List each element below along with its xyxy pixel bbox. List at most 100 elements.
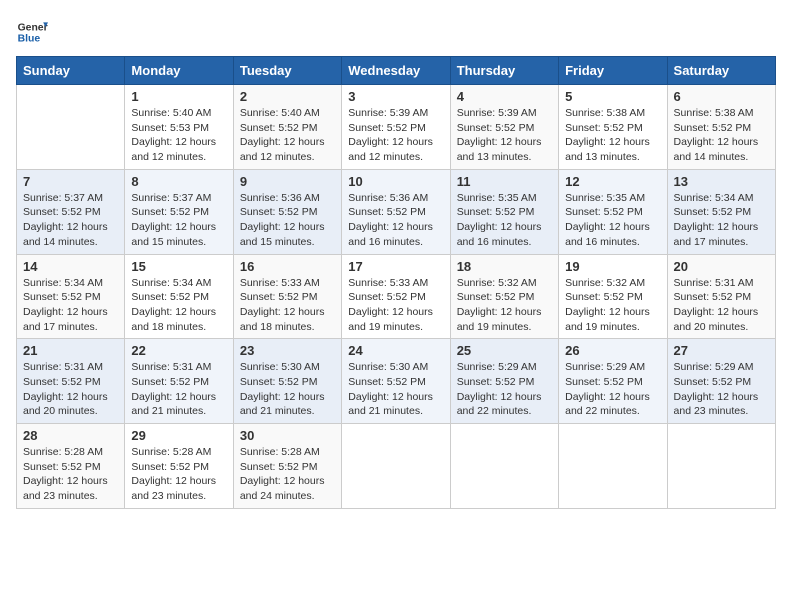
day-number: 30 [240, 428, 335, 443]
calendar-cell: 12 Sunrise: 5:35 AM Sunset: 5:52 PM Dayli… [559, 169, 667, 254]
calendar-cell: 16 Sunrise: 5:33 AM Sunset: 5:52 PM Dayli… [233, 254, 341, 339]
calendar-cell: 18 Sunrise: 5:32 AM Sunset: 5:52 PM Dayli… [450, 254, 558, 339]
calendar-cell: 8 Sunrise: 5:37 AM Sunset: 5:52 PM Daylig… [125, 169, 233, 254]
weekday-header-friday: Friday [559, 57, 667, 85]
day-number: 20 [674, 259, 769, 274]
weekday-header-saturday: Saturday [667, 57, 775, 85]
day-info: Sunrise: 5:38 AM Sunset: 5:52 PM Dayligh… [565, 106, 660, 165]
day-info: Sunrise: 5:34 AM Sunset: 5:52 PM Dayligh… [674, 191, 769, 250]
day-number: 4 [457, 89, 552, 104]
day-number: 26 [565, 343, 660, 358]
calendar-cell: 30 Sunrise: 5:28 AM Sunset: 5:52 PM Dayli… [233, 424, 341, 509]
day-number: 1 [131, 89, 226, 104]
day-number: 10 [348, 174, 443, 189]
calendar-cell [17, 85, 125, 170]
page-header: General Blue [16, 16, 776, 48]
day-number: 15 [131, 259, 226, 274]
day-info: Sunrise: 5:28 AM Sunset: 5:52 PM Dayligh… [240, 445, 335, 504]
calendar-week-row: 14 Sunrise: 5:34 AM Sunset: 5:52 PM Dayli… [17, 254, 776, 339]
calendar-cell: 11 Sunrise: 5:35 AM Sunset: 5:52 PM Dayli… [450, 169, 558, 254]
day-info: Sunrise: 5:38 AM Sunset: 5:52 PM Dayligh… [674, 106, 769, 165]
day-number: 16 [240, 259, 335, 274]
calendar-cell [559, 424, 667, 509]
day-number: 14 [23, 259, 118, 274]
day-info: Sunrise: 5:35 AM Sunset: 5:52 PM Dayligh… [565, 191, 660, 250]
day-number: 9 [240, 174, 335, 189]
weekday-header-tuesday: Tuesday [233, 57, 341, 85]
day-number: 24 [348, 343, 443, 358]
calendar-cell: 23 Sunrise: 5:30 AM Sunset: 5:52 PM Dayli… [233, 339, 341, 424]
day-info: Sunrise: 5:32 AM Sunset: 5:52 PM Dayligh… [565, 276, 660, 335]
day-info: Sunrise: 5:37 AM Sunset: 5:52 PM Dayligh… [131, 191, 226, 250]
day-info: Sunrise: 5:36 AM Sunset: 5:52 PM Dayligh… [348, 191, 443, 250]
calendar-cell: 6 Sunrise: 5:38 AM Sunset: 5:52 PM Daylig… [667, 85, 775, 170]
day-info: Sunrise: 5:29 AM Sunset: 5:52 PM Dayligh… [674, 360, 769, 419]
day-number: 2 [240, 89, 335, 104]
day-info: Sunrise: 5:34 AM Sunset: 5:52 PM Dayligh… [23, 276, 118, 335]
day-info: Sunrise: 5:36 AM Sunset: 5:52 PM Dayligh… [240, 191, 335, 250]
day-number: 6 [674, 89, 769, 104]
day-info: Sunrise: 5:31 AM Sunset: 5:52 PM Dayligh… [23, 360, 118, 419]
calendar-cell: 21 Sunrise: 5:31 AM Sunset: 5:52 PM Dayli… [17, 339, 125, 424]
day-info: Sunrise: 5:40 AM Sunset: 5:52 PM Dayligh… [240, 106, 335, 165]
day-info: Sunrise: 5:31 AM Sunset: 5:52 PM Dayligh… [674, 276, 769, 335]
day-number: 19 [565, 259, 660, 274]
day-number: 25 [457, 343, 552, 358]
weekday-header-thursday: Thursday [450, 57, 558, 85]
day-info: Sunrise: 5:40 AM Sunset: 5:53 PM Dayligh… [131, 106, 226, 165]
day-number: 22 [131, 343, 226, 358]
day-number: 18 [457, 259, 552, 274]
calendar-cell: 17 Sunrise: 5:33 AM Sunset: 5:52 PM Dayli… [342, 254, 450, 339]
svg-text:Blue: Blue [18, 34, 41, 45]
calendar-cell [342, 424, 450, 509]
weekday-header-sunday: Sunday [17, 57, 125, 85]
logo-icon: General Blue [16, 16, 48, 48]
day-number: 21 [23, 343, 118, 358]
day-number: 27 [674, 343, 769, 358]
day-info: Sunrise: 5:37 AM Sunset: 5:52 PM Dayligh… [23, 191, 118, 250]
calendar-week-row: 28Sunrise: 5:28 AM Sunset: 5:52 PM Dayli… [17, 424, 776, 509]
svg-text:General: General [18, 22, 48, 33]
day-info: Sunrise: 5:28 AM Sunset: 5:52 PM Dayligh… [131, 445, 226, 504]
calendar-header-row: SundayMondayTuesdayWednesdayThursdayFrid… [17, 57, 776, 85]
calendar-week-row: 7 Sunrise: 5:37 AM Sunset: 5:52 PM Daylig… [17, 169, 776, 254]
day-info: Sunrise: 5:29 AM Sunset: 5:52 PM Dayligh… [457, 360, 552, 419]
calendar-cell: 19 Sunrise: 5:32 AM Sunset: 5:52 PM Dayli… [559, 254, 667, 339]
day-info: Sunrise: 5:28 AM Sunset: 5:52 PM Dayligh… [23, 445, 118, 504]
day-number: 5 [565, 89, 660, 104]
calendar-cell: 25 Sunrise: 5:29 AM Sunset: 5:52 PM Dayli… [450, 339, 558, 424]
day-number: 8 [131, 174, 226, 189]
calendar-cell: 24 Sunrise: 5:30 AM Sunset: 5:52 PM Dayli… [342, 339, 450, 424]
day-info: Sunrise: 5:29 AM Sunset: 5:52 PM Dayligh… [565, 360, 660, 419]
day-number: 12 [565, 174, 660, 189]
calendar-cell: 7 Sunrise: 5:37 AM Sunset: 5:52 PM Daylig… [17, 169, 125, 254]
calendar-cell [450, 424, 558, 509]
calendar-cell: 22 Sunrise: 5:31 AM Sunset: 5:52 PM Dayli… [125, 339, 233, 424]
calendar-cell: 14 Sunrise: 5:34 AM Sunset: 5:52 PM Dayli… [17, 254, 125, 339]
calendar-cell: 27 Sunrise: 5:29 AM Sunset: 5:52 PM Dayli… [667, 339, 775, 424]
day-info: Sunrise: 5:39 AM Sunset: 5:52 PM Dayligh… [348, 106, 443, 165]
calendar-cell: 3Sunrise: 5:39 AM Sunset: 5:52 PM Daylig… [342, 85, 450, 170]
calendar-cell: 20 Sunrise: 5:31 AM Sunset: 5:52 PM Dayli… [667, 254, 775, 339]
calendar-cell: 5 Sunrise: 5:38 AM Sunset: 5:52 PM Daylig… [559, 85, 667, 170]
day-info: Sunrise: 5:31 AM Sunset: 5:52 PM Dayligh… [131, 360, 226, 419]
day-info: Sunrise: 5:30 AM Sunset: 5:52 PM Dayligh… [240, 360, 335, 419]
calendar-cell: 1 Sunrise: 5:40 AM Sunset: 5:53 PM Daylig… [125, 85, 233, 170]
day-info: Sunrise: 5:35 AM Sunset: 5:52 PM Dayligh… [457, 191, 552, 250]
day-info: Sunrise: 5:30 AM Sunset: 5:52 PM Dayligh… [348, 360, 443, 419]
calendar-cell: 15 Sunrise: 5:34 AM Sunset: 5:52 PM Dayli… [125, 254, 233, 339]
calendar-week-row: 21 Sunrise: 5:31 AM Sunset: 5:52 PM Dayli… [17, 339, 776, 424]
calendar-cell: 9 Sunrise: 5:36 AM Sunset: 5:52 PM Daylig… [233, 169, 341, 254]
day-info: Sunrise: 5:32 AM Sunset: 5:52 PM Dayligh… [457, 276, 552, 335]
calendar-cell [667, 424, 775, 509]
day-number: 23 [240, 343, 335, 358]
day-number: 17 [348, 259, 443, 274]
calendar-week-row: 1 Sunrise: 5:40 AM Sunset: 5:53 PM Daylig… [17, 85, 776, 170]
calendar-cell: 13Sunrise: 5:34 AM Sunset: 5:52 PM Dayli… [667, 169, 775, 254]
calendar-cell: 28Sunrise: 5:28 AM Sunset: 5:52 PM Dayli… [17, 424, 125, 509]
day-info: Sunrise: 5:33 AM Sunset: 5:52 PM Dayligh… [240, 276, 335, 335]
day-info: Sunrise: 5:33 AM Sunset: 5:52 PM Dayligh… [348, 276, 443, 335]
day-number: 7 [23, 174, 118, 189]
day-info: Sunrise: 5:34 AM Sunset: 5:52 PM Dayligh… [131, 276, 226, 335]
day-number: 11 [457, 174, 552, 189]
